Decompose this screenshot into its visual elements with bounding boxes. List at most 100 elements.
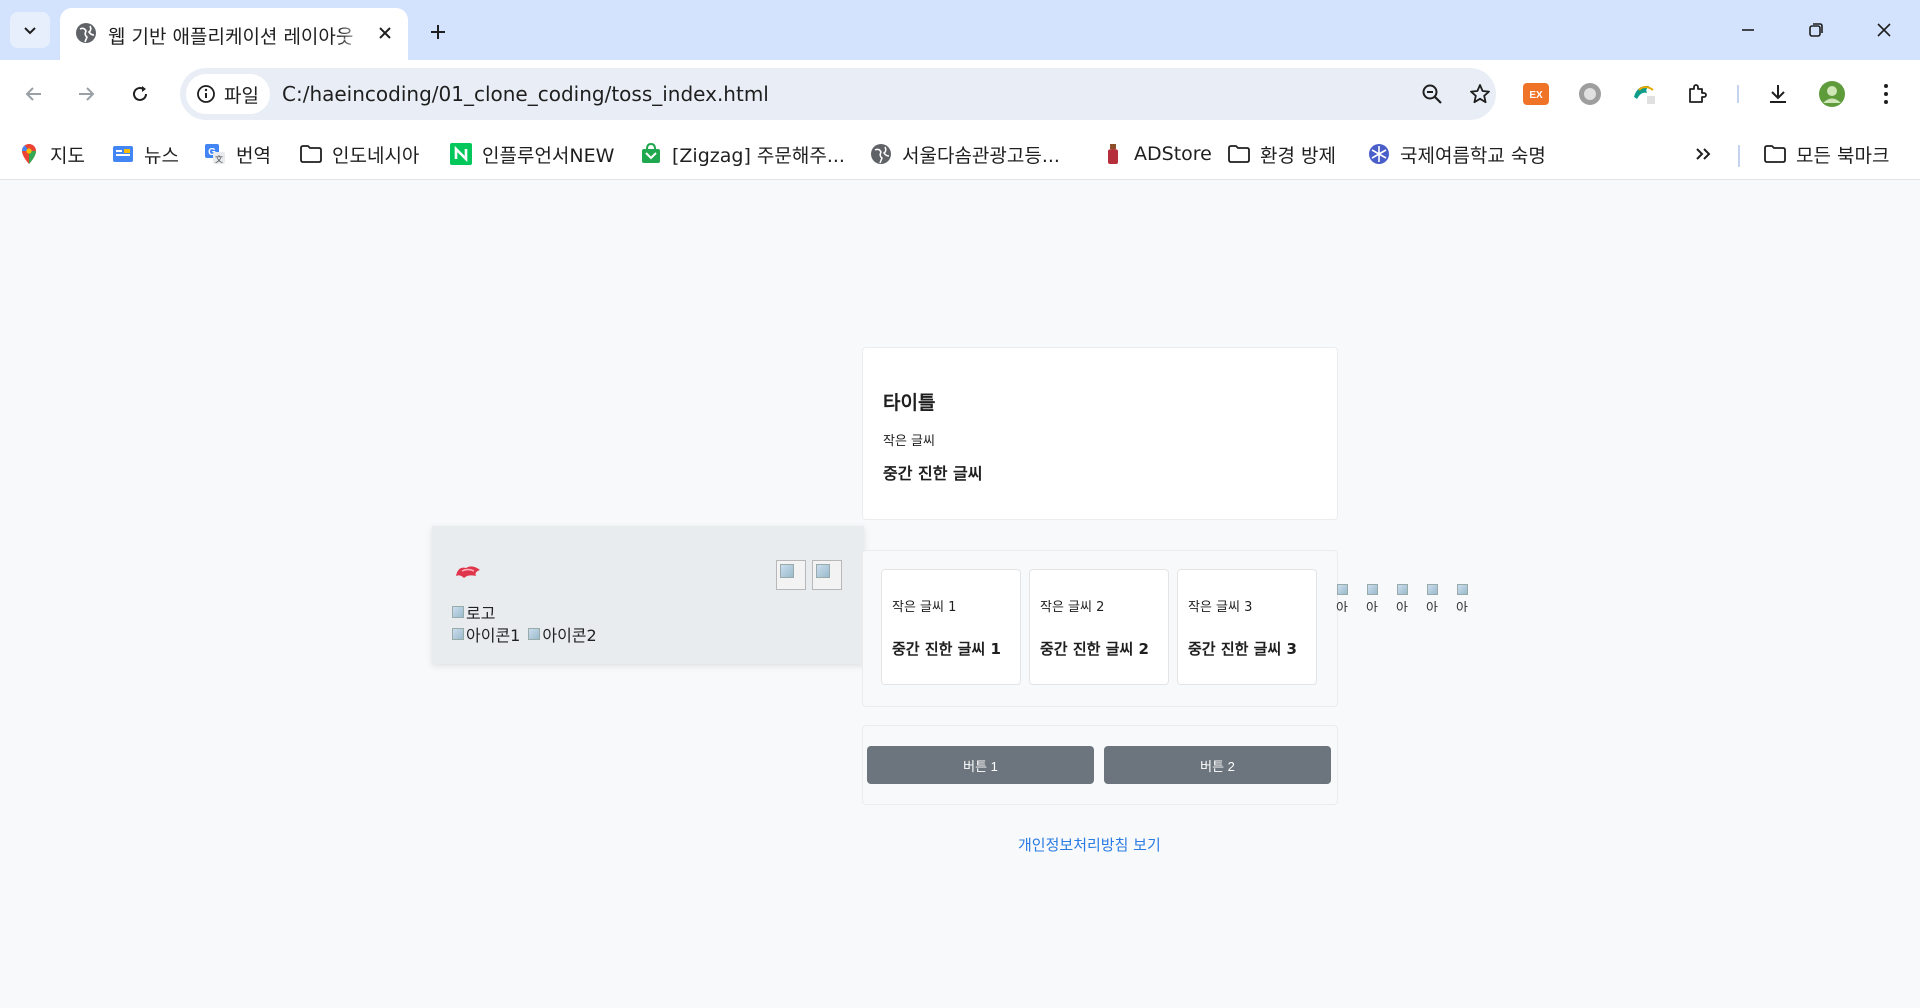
site-info-chip[interactable]: 파일 [186, 74, 270, 114]
sub-card: 작은 글씨 1 중간 진한 글씨 1 [881, 569, 1021, 685]
bookmark-folder-env[interactable]: 환경 방제 [1228, 136, 1336, 172]
sub-card-bold-text: 중간 진한 글씨 3 [1188, 640, 1297, 658]
bookmarks-bar: 지도 뉴스 G文 번역 인도네시아 인플루언서NEW [Zigzag] 주문해주… [0, 128, 1920, 180]
tab-search-button[interactable] [10, 12, 50, 48]
buttons-card: 버튼 1 버튼 2 [862, 725, 1338, 805]
reload-icon [133, 86, 147, 101]
downloads-button[interactable] [1758, 74, 1798, 114]
extension-circle-button[interactable] [1570, 74, 1610, 114]
download-icon [1770, 85, 1786, 103]
sub-card-bold-text: 중간 진한 글씨 1 [892, 640, 1001, 658]
broken-icon-image: 아 [1456, 582, 1472, 612]
button-1[interactable]: 버튼 1 [867, 746, 1094, 784]
globe-icon [870, 143, 892, 165]
header-panel: 로고 아이콘1 아이콘2 [432, 526, 864, 664]
extensions-button[interactable] [1678, 74, 1718, 114]
bookmark-label: 환경 방제 [1260, 144, 1336, 167]
bookmark-dasom[interactable]: 서울다솜관광고등... [870, 136, 1060, 172]
bookmark-zigzag[interactable]: [Zigzag] 주문해주... [640, 136, 845, 172]
bookmark-maps[interactable]: 지도 [18, 136, 85, 172]
card-bold-text: 중간 진한 글씨 [883, 464, 983, 483]
menu-button[interactable] [1866, 74, 1906, 114]
forward-button[interactable] [66, 74, 106, 114]
bookmark-label: 뉴스 [144, 144, 179, 167]
button-2[interactable]: 버튼 2 [1104, 746, 1331, 784]
bookmark-label: 인플루언서NEW [482, 144, 615, 167]
restore-button[interactable] [1794, 10, 1838, 50]
star-icon [1470, 84, 1490, 104]
web-page: 타이틀 작은 글씨 중간 진한 글씨 로고 아이콘1 아이콘2 작은 글씨 1 … [0, 180, 1920, 1008]
toolbar-divider [1737, 85, 1739, 103]
close-icon [379, 27, 391, 39]
close-window-button[interactable] [1862, 10, 1906, 50]
bookmark-news[interactable]: 뉴스 [112, 136, 179, 172]
sub-card: 작은 글씨 2 중간 진한 글씨 2 [1029, 569, 1169, 685]
url-text[interactable]: C:/haeincoding/01_clone_coding/toss_inde… [282, 82, 769, 106]
title-card: 타이틀 작은 글씨 중간 진한 글씨 [862, 347, 1338, 520]
broken-icon-image: 아 [1336, 582, 1352, 612]
sub-card-small-text: 작은 글씨 2 [1040, 600, 1105, 615]
logo-image [456, 566, 480, 578]
extension-ex-button[interactable]: EX [1516, 74, 1556, 114]
bookmark-label: 번역 [236, 144, 271, 167]
bookmark-translate[interactable]: G文 번역 [204, 136, 271, 172]
bookmarks-overflow-button[interactable] [1692, 136, 1714, 172]
extension-dolphin-button[interactable] [1624, 74, 1664, 114]
folder-icon [1764, 143, 1786, 165]
tab-title: 웹 기반 애플리케이션 레이아웃 [108, 22, 368, 49]
sub-card-bold-text: 중간 진한 글씨 2 [1040, 640, 1149, 658]
ex-extension-icon: EX [1523, 83, 1549, 105]
icon-alts: 아이콘1 아이콘2 [452, 622, 597, 646]
maps-pin-icon [18, 143, 40, 165]
broken-image-icon [812, 560, 842, 590]
bookmark-star-button[interactable] [1460, 74, 1500, 114]
back-button[interactable] [14, 74, 54, 114]
logo-alt: 로고 [452, 600, 495, 624]
bookmark-label: 인도네시아 [332, 144, 420, 167]
double-chevron-right-icon [1692, 143, 1714, 165]
naver-n-icon [450, 143, 472, 165]
arrow-right-icon [79, 87, 95, 101]
bookmark-summer-school[interactable]: 국제여름학교 숙명 [1368, 136, 1546, 172]
snowflake-icon [1368, 143, 1390, 165]
tab-strip: 웹 기반 애플리케이션 레이아웃 [0, 0, 1920, 60]
broken-icon-image: 아 [1366, 582, 1382, 612]
sub-card-small-text: 작은 글씨 3 [1188, 600, 1253, 615]
broken-image-icon [1367, 584, 1378, 595]
bookmark-label: 국제여름학교 숙명 [1400, 144, 1546, 167]
new-tab-button[interactable] [420, 14, 456, 50]
news-icon [112, 143, 134, 165]
sub-card: 작은 글씨 3 중간 진한 글씨 3 [1177, 569, 1317, 685]
bottle-icon [1102, 143, 1124, 165]
restore-icon [1809, 23, 1823, 37]
broken-image-icon [452, 628, 464, 640]
profile-button[interactable] [1812, 74, 1852, 114]
active-tab[interactable]: 웹 기반 애플리케이션 레이아웃 [60, 8, 408, 60]
icon2-alt-text: 아이콘2 [542, 626, 597, 645]
bookmarks-divider [1738, 145, 1740, 167]
globe-icon [76, 23, 96, 43]
browser-toolbar: 파일 C:/haeincoding/01_clone_coding/toss_i… [0, 60, 1920, 128]
sub-card-small-text: 작은 글씨 1 [892, 600, 957, 615]
sub-cards-container: 작은 글씨 1 중간 진한 글씨 1 작은 글씨 2 중간 진한 글씨 2 작은… [862, 550, 1338, 707]
chevron-down-icon [24, 27, 36, 35]
plus-icon [431, 25, 445, 39]
folder-icon [300, 143, 322, 165]
bookmark-adstore[interactable]: ADStore [1102, 136, 1212, 172]
close-icon [1877, 23, 1891, 37]
zoom-button[interactable] [1412, 74, 1452, 114]
broken-image-icon [776, 560, 806, 590]
broken-image-icon [1397, 584, 1408, 595]
bookmark-influencer[interactable]: 인플루언서NEW [450, 136, 614, 172]
address-bar[interactable]: 파일 C:/haeincoding/01_clone_coding/toss_i… [180, 68, 1496, 120]
minimize-button[interactable] [1726, 10, 1770, 50]
bookmark-folder-indonesia[interactable]: 인도네시아 [300, 136, 419, 172]
translate-icon: G文 [204, 143, 226, 165]
bookmark-label: [Zigzag] 주문해주... [672, 144, 845, 167]
zigzag-icon [640, 143, 662, 165]
all-bookmarks-button[interactable]: 모든 북마크 [1764, 136, 1889, 172]
zoom-out-icon [1422, 84, 1442, 104]
reload-button[interactable] [120, 74, 160, 114]
privacy-policy-link[interactable]: 개인정보처리방침 보기 [1018, 834, 1161, 855]
tab-close-button[interactable] [372, 20, 398, 46]
